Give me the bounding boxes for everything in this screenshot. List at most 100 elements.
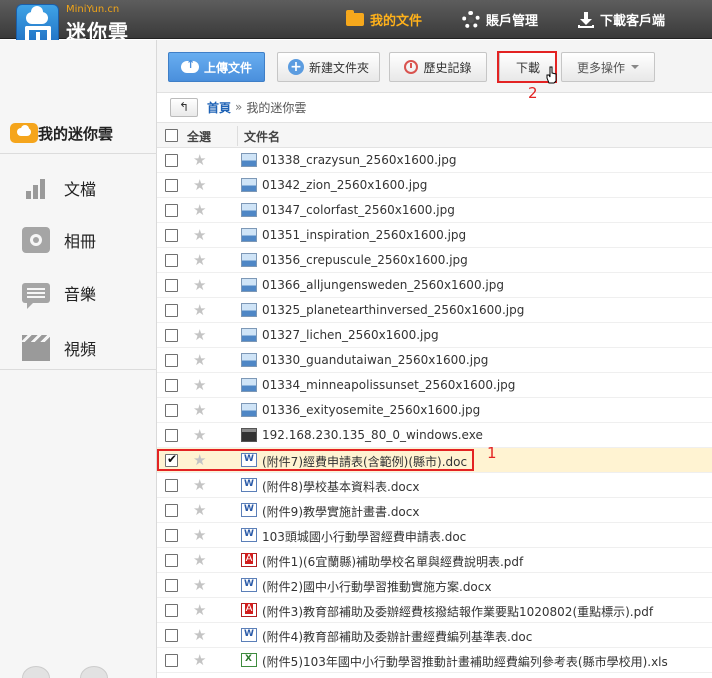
history-button[interactable]: 歷史記錄 — [389, 52, 487, 82]
file-name[interactable]: 01336_exityosemite_2560x1600.jpg — [262, 403, 480, 417]
file-name[interactable]: 01325_planetearthinversed_2560x1600.jpg — [262, 303, 524, 317]
star-icon[interactable]: ★ — [193, 202, 206, 218]
file-row[interactable]: ★ (附件2)國中小行動學習推動實施方案.docx — [157, 573, 712, 598]
star-icon[interactable]: ★ — [193, 627, 206, 643]
file-row[interactable]: ★ 01334_minneapolissunset_2560x1600.jpg — [157, 373, 712, 398]
footer-circle-icon[interactable] — [22, 666, 50, 678]
star-icon[interactable]: ★ — [193, 502, 206, 518]
file-name[interactable]: 01366_alljungensweden_2560x1600.jpg — [262, 278, 504, 292]
file-name[interactable]: 01334_minneapolissunset_2560x1600.jpg — [262, 378, 515, 392]
star-icon[interactable]: ★ — [193, 377, 206, 393]
file-row[interactable]: ★ 01330_guandutaiwan_2560x1600.jpg — [157, 348, 712, 373]
file-name[interactable]: 01347_colorfast_2560x1600.jpg — [262, 203, 455, 217]
file-row[interactable]: ★ 192.168.230.135_80_0_windows.exe — [157, 423, 712, 448]
star-icon[interactable]: ★ — [193, 602, 206, 618]
star-icon[interactable]: ★ — [193, 477, 206, 493]
sidebar-item-music[interactable]: 音樂 — [22, 276, 96, 310]
file-name[interactable]: 192.168.230.135_80_0_windows.exe — [262, 428, 483, 442]
filename-column-header[interactable]: 文件名 — [244, 128, 280, 145]
file-name[interactable]: (附件8)學校基本資料表.docx — [262, 478, 419, 495]
sidebar-item-my-miniyun[interactable]: 我的迷你雲 — [10, 122, 113, 144]
row-checkbox[interactable] — [165, 654, 178, 667]
file-row[interactable]: ★ 01338_crazysun_2560x1600.jpg — [157, 148, 712, 173]
file-row[interactable]: ★ 01325_planetearthinversed_2560x1600.jpg — [157, 298, 712, 323]
star-icon[interactable]: ★ — [193, 152, 206, 168]
nav-account-management[interactable]: 賬戶管理 — [462, 0, 538, 39]
row-checkbox[interactable] — [165, 404, 178, 417]
star-icon[interactable]: ★ — [193, 177, 206, 193]
row-checkbox[interactable] — [165, 529, 178, 542]
file-name[interactable]: 103頭城國小行動學習經費申請表.doc — [262, 528, 466, 545]
row-checkbox[interactable] — [165, 354, 178, 367]
row-checkbox[interactable] — [165, 379, 178, 392]
sidebar-item-videos[interactable]: 視頻 — [22, 331, 96, 365]
star-icon[interactable]: ★ — [193, 302, 206, 318]
star-icon[interactable]: ★ — [193, 277, 206, 293]
back-button[interactable]: ↰ — [170, 97, 198, 117]
sidebar-item-photos[interactable]: 相冊 — [22, 223, 96, 257]
row-checkbox[interactable] — [165, 304, 178, 317]
file-row[interactable]: ★ 01342_zion_2560x1600.jpg — [157, 173, 712, 198]
breadcrumb-home-link[interactable]: 首頁 — [207, 99, 231, 116]
file-name[interactable]: (附件9)教學實施計畫書.docx — [262, 503, 419, 520]
new-folder-button[interactable]: + 新建文件夾 — [277, 52, 380, 82]
row-checkbox[interactable] — [165, 429, 178, 442]
star-icon[interactable]: ★ — [193, 252, 206, 268]
star-icon[interactable]: ★ — [193, 327, 206, 343]
file-row[interactable]: ★ 103頭城國小行動學習經費申請表.doc — [157, 523, 712, 548]
file-row[interactable]: ★ 01351_inspiration_2560x1600.jpg — [157, 223, 712, 248]
row-checkbox[interactable] — [165, 279, 178, 292]
row-checkbox[interactable] — [165, 329, 178, 342]
file-name[interactable]: 01330_guandutaiwan_2560x1600.jpg — [262, 353, 488, 367]
file-name[interactable]: 01356_crepuscule_2560x1600.jpg — [262, 253, 468, 267]
star-icon[interactable]: ★ — [193, 527, 206, 543]
file-row[interactable]: ★ 01336_exityosemite_2560x1600.jpg — [157, 398, 712, 423]
file-row[interactable]: ★ (附件5)103年國中小行動學習推動計畫補助經費編列參考表(縣市學校用).xl… — [157, 648, 712, 673]
file-row[interactable]: ★ 01356_crepuscule_2560x1600.jpg — [157, 248, 712, 273]
sidebar-item-documents[interactable]: 文檔 — [22, 171, 96, 205]
file-name[interactable]: 01351_inspiration_2560x1600.jpg — [262, 228, 466, 242]
file-name[interactable]: (附件4)教育部補助及委辦計畫經費編列基準表.doc — [262, 628, 532, 645]
star-icon[interactable]: ★ — [193, 652, 206, 668]
row-checkbox[interactable] — [165, 554, 178, 567]
file-name[interactable]: (附件2)國中小行動學習推動實施方案.docx — [262, 578, 491, 595]
file-name[interactable]: (附件5)103年國中小行動學習推動計畫補助經費編列參考表(縣市學校用).xls — [262, 653, 668, 670]
file-name[interactable]: 01327_lichen_2560x1600.jpg — [262, 328, 439, 342]
file-row[interactable]: ★ 01327_lichen_2560x1600.jpg — [157, 323, 712, 348]
row-checkbox[interactable] — [165, 229, 178, 242]
star-icon[interactable]: ★ — [193, 227, 206, 243]
file-row[interactable]: ★ (附件1)(6宜蘭縣)補助學校名單與經費說明表.pdf — [157, 548, 712, 573]
star-icon[interactable]: ★ — [193, 352, 206, 368]
row-checkbox[interactable] — [165, 504, 178, 517]
file-name[interactable]: 01338_crazysun_2560x1600.jpg — [262, 153, 456, 167]
star-icon[interactable]: ★ — [193, 402, 206, 418]
row-checkbox[interactable] — [165, 604, 178, 617]
file-name[interactable]: 01342_zion_2560x1600.jpg — [262, 178, 427, 192]
file-row[interactable]: ★ (附件9)教學實施計畫書.docx — [157, 498, 712, 523]
nav-my-files[interactable]: 我的文件 — [346, 0, 422, 39]
file-row[interactable]: ★ 01347_colorfast_2560x1600.jpg — [157, 198, 712, 223]
row-checkbox[interactable] — [165, 179, 178, 192]
row-checkbox[interactable] — [165, 579, 178, 592]
row-checkbox[interactable] — [165, 629, 178, 642]
more-actions-dropdown[interactable]: 更多操作 — [561, 52, 655, 82]
file-row[interactable]: ★ (附件4)教育部補助及委辦計畫經費編列基準表.doc — [157, 623, 712, 648]
file-name[interactable]: (附件3)教育部補助及委辦經費核撥結報作業要點1020802(重點標示).pdf — [262, 603, 653, 620]
nav-download-client[interactable]: 下載客戶端 — [578, 0, 665, 39]
select-all-checkbox[interactable] — [165, 129, 178, 142]
row-checkbox[interactable] — [165, 254, 178, 267]
star-icon[interactable]: ★ — [193, 577, 206, 593]
sidebar-footer — [0, 662, 157, 678]
footer-circle-icon[interactable] — [80, 666, 108, 678]
word-file-icon — [241, 628, 257, 642]
star-icon[interactable]: ★ — [193, 427, 206, 443]
row-checkbox[interactable] — [165, 154, 178, 167]
row-checkbox[interactable] — [165, 479, 178, 492]
file-name[interactable]: (附件1)(6宜蘭縣)補助學校名單與經費說明表.pdf — [262, 553, 523, 570]
upload-file-button[interactable]: 上傳文件 — [168, 52, 265, 82]
star-icon[interactable]: ★ — [193, 552, 206, 568]
file-row[interactable]: ★ 01366_alljungensweden_2560x1600.jpg — [157, 273, 712, 298]
row-checkbox[interactable] — [165, 204, 178, 217]
file-row[interactable]: ★ (附件8)學校基本資料表.docx — [157, 473, 712, 498]
file-row[interactable]: ★ (附件3)教育部補助及委辦經費核撥結報作業要點1020802(重點標示).pd… — [157, 598, 712, 623]
